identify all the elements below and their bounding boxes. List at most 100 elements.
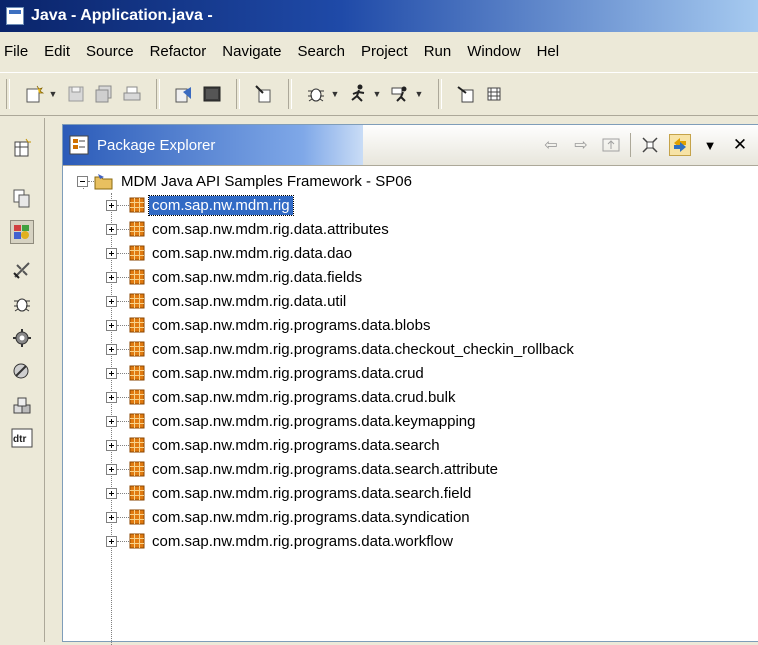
team-sync-icon[interactable] — [10, 258, 34, 282]
tree-package-row[interactable]: com.sap.nw.mdm.rig.programs.data.workflo… — [106, 529, 456, 553]
expand-toggle-icon[interactable] — [106, 247, 117, 259]
menu-refactor[interactable]: Refactor — [142, 43, 215, 60]
cvs-icon[interactable] — [10, 360, 34, 384]
menu-project[interactable]: Project — [353, 43, 416, 60]
tree-connector — [117, 540, 129, 542]
expand-toggle-icon[interactable] — [106, 535, 117, 547]
tree-package-row[interactable]: com.sap.nw.mdm.rig.data.util — [106, 289, 349, 313]
tree-package-row[interactable]: com.sap.nw.mdm.rig.programs.data.search — [106, 433, 443, 457]
collapse-all-icon[interactable] — [639, 134, 661, 156]
new-package-icon[interactable] — [482, 82, 506, 106]
main-toolbar: ▼ ▼ ▼ ▼ — [0, 72, 758, 116]
collapse-toggle-icon[interactable] — [77, 175, 88, 187]
view-menu-icon[interactable]: ▼ — [699, 134, 721, 156]
package-label: com.sap.nw.mdm.rig.programs.data.search.… — [152, 484, 472, 502]
tree-package-row[interactable]: com.sap.nw.mdm.rig.programs.data.search.… — [106, 457, 501, 481]
dtr-icon[interactable]: dtr — [10, 426, 34, 450]
view-toolbar-separator — [630, 133, 631, 157]
link-with-editor-icon[interactable] — [669, 134, 691, 156]
java-browsing-icon[interactable] — [10, 394, 34, 418]
mdm-tool-icon[interactable] — [252, 82, 276, 106]
open-perspective-icon[interactable] — [454, 82, 478, 106]
expand-toggle-icon[interactable] — [106, 463, 117, 475]
expand-toggle-icon[interactable] — [106, 319, 117, 331]
menu-help[interactable]: Hel — [529, 43, 568, 60]
tree-package-row[interactable]: com.sap.nw.mdm.rig.data.dao — [106, 241, 355, 265]
open-console-icon[interactable] — [200, 82, 224, 106]
external-tools-icon[interactable] — [388, 82, 412, 106]
debug-dropdown-icon[interactable]: ▼ — [330, 89, 340, 99]
tree-package-row[interactable]: com.sap.nw.mdm.rig.programs.data.blobs — [106, 313, 433, 337]
package-label: com.sap.nw.mdm.rig.data.dao — [152, 244, 353, 262]
expand-toggle-icon[interactable] — [106, 295, 117, 307]
tree-connector — [117, 444, 129, 446]
tree-package-row[interactable]: com.sap.nw.mdm.rig.programs.data.crud — [106, 361, 427, 385]
package-icon — [129, 221, 145, 237]
svg-text:dtr: dtr — [13, 434, 26, 445]
save-icon[interactable] — [64, 82, 88, 106]
run-dropdown-icon[interactable]: ▼ — [372, 89, 382, 99]
menu-window[interactable]: Window — [459, 43, 528, 60]
debug-icon[interactable] — [304, 82, 328, 106]
new-wizard-icon[interactable] — [22, 82, 46, 106]
expand-toggle-icon[interactable] — [106, 487, 117, 499]
resource-perspective-icon[interactable] — [10, 186, 34, 210]
open-perspective-icon[interactable] — [10, 136, 34, 160]
menu-edit[interactable]: Edit — [36, 43, 78, 60]
package-icon — [129, 341, 145, 357]
app-window-icon[interactable] — [6, 7, 24, 25]
new-wizard-dropdown-icon[interactable]: ▼ — [48, 89, 58, 99]
toolbar-separator — [156, 79, 160, 109]
tree-package-row[interactable]: com.sap.nw.mdm.rig.data.fields — [106, 265, 365, 289]
tree-connector — [117, 492, 129, 494]
project-folder-icon — [94, 174, 113, 190]
package-icon — [129, 365, 145, 381]
toolbar-separator — [288, 79, 292, 109]
expand-toggle-icon[interactable] — [106, 271, 117, 283]
tree-package-row[interactable]: com.sap.nw.mdm.rig.programs.data.checkou… — [106, 337, 577, 361]
expand-toggle-icon[interactable] — [106, 367, 117, 379]
menu-file[interactable]: File — [0, 43, 36, 60]
menu-search[interactable]: Search — [289, 43, 353, 60]
save-all-icon[interactable] — [92, 82, 116, 106]
open-type-icon[interactable] — [172, 82, 196, 106]
menu-navigate[interactable]: Navigate — [214, 43, 289, 60]
toolbar-grip[interactable] — [6, 79, 10, 109]
expand-toggle-icon[interactable] — [106, 343, 117, 355]
tree-package-row[interactable]: com.sap.nw.mdm.rig.data.attributes — [106, 217, 392, 241]
tree-package-row[interactable]: com.sap.nw.mdm.rig.programs.data.search.… — [106, 481, 474, 505]
tree-connector — [117, 204, 129, 206]
java-perspective-icon[interactable] — [10, 220, 34, 244]
package-label: com.sap.nw.mdm.rig.programs.data.search — [152, 436, 440, 454]
expand-toggle-icon[interactable] — [106, 223, 117, 235]
back-icon[interactable]: ⇦ — [540, 134, 562, 156]
close-icon[interactable]: ✕ — [729, 134, 751, 156]
package-explorer-tab[interactable]: Package Explorer — [63, 125, 363, 165]
expand-toggle-icon[interactable] — [106, 391, 117, 403]
up-icon[interactable] — [600, 134, 622, 156]
expand-toggle-icon[interactable] — [106, 415, 117, 427]
tree-package-row[interactable]: com.sap.nw.mdm.rig.programs.data.crud.bu… — [106, 385, 458, 409]
plugin-icon[interactable] — [10, 326, 34, 350]
run-icon[interactable] — [346, 82, 370, 106]
menu-run[interactable]: Run — [416, 43, 460, 60]
package-icon — [129, 461, 145, 477]
view-title: Package Explorer — [97, 136, 216, 154]
window-title-bar[interactable]: Java - Application.java - — [0, 0, 758, 32]
expand-toggle-icon[interactable] — [106, 199, 117, 211]
tree-connector — [117, 324, 129, 326]
package-icon — [129, 485, 145, 501]
menu-source[interactable]: Source — [78, 43, 142, 60]
tree-package-row[interactable]: com.sap.nw.mdm.rig.programs.data.keymapp… — [106, 409, 478, 433]
expand-toggle-icon[interactable] — [106, 511, 117, 523]
package-icon — [129, 197, 145, 213]
print-icon[interactable] — [120, 82, 144, 106]
package-icon — [129, 269, 145, 285]
expand-toggle-icon[interactable] — [106, 439, 117, 451]
tree-package-row[interactable]: com.sap.nw.mdm.rig — [106, 193, 294, 217]
external-tools-dropdown-icon[interactable]: ▼ — [414, 89, 424, 99]
tree-project-row[interactable]: MDM Java API Samples Framework - SP06 — [77, 169, 415, 193]
tree-package-row[interactable]: com.sap.nw.mdm.rig.programs.data.syndica… — [106, 505, 473, 529]
debug-perspective-icon[interactable] — [10, 292, 34, 316]
forward-icon[interactable]: ⇨ — [570, 134, 592, 156]
